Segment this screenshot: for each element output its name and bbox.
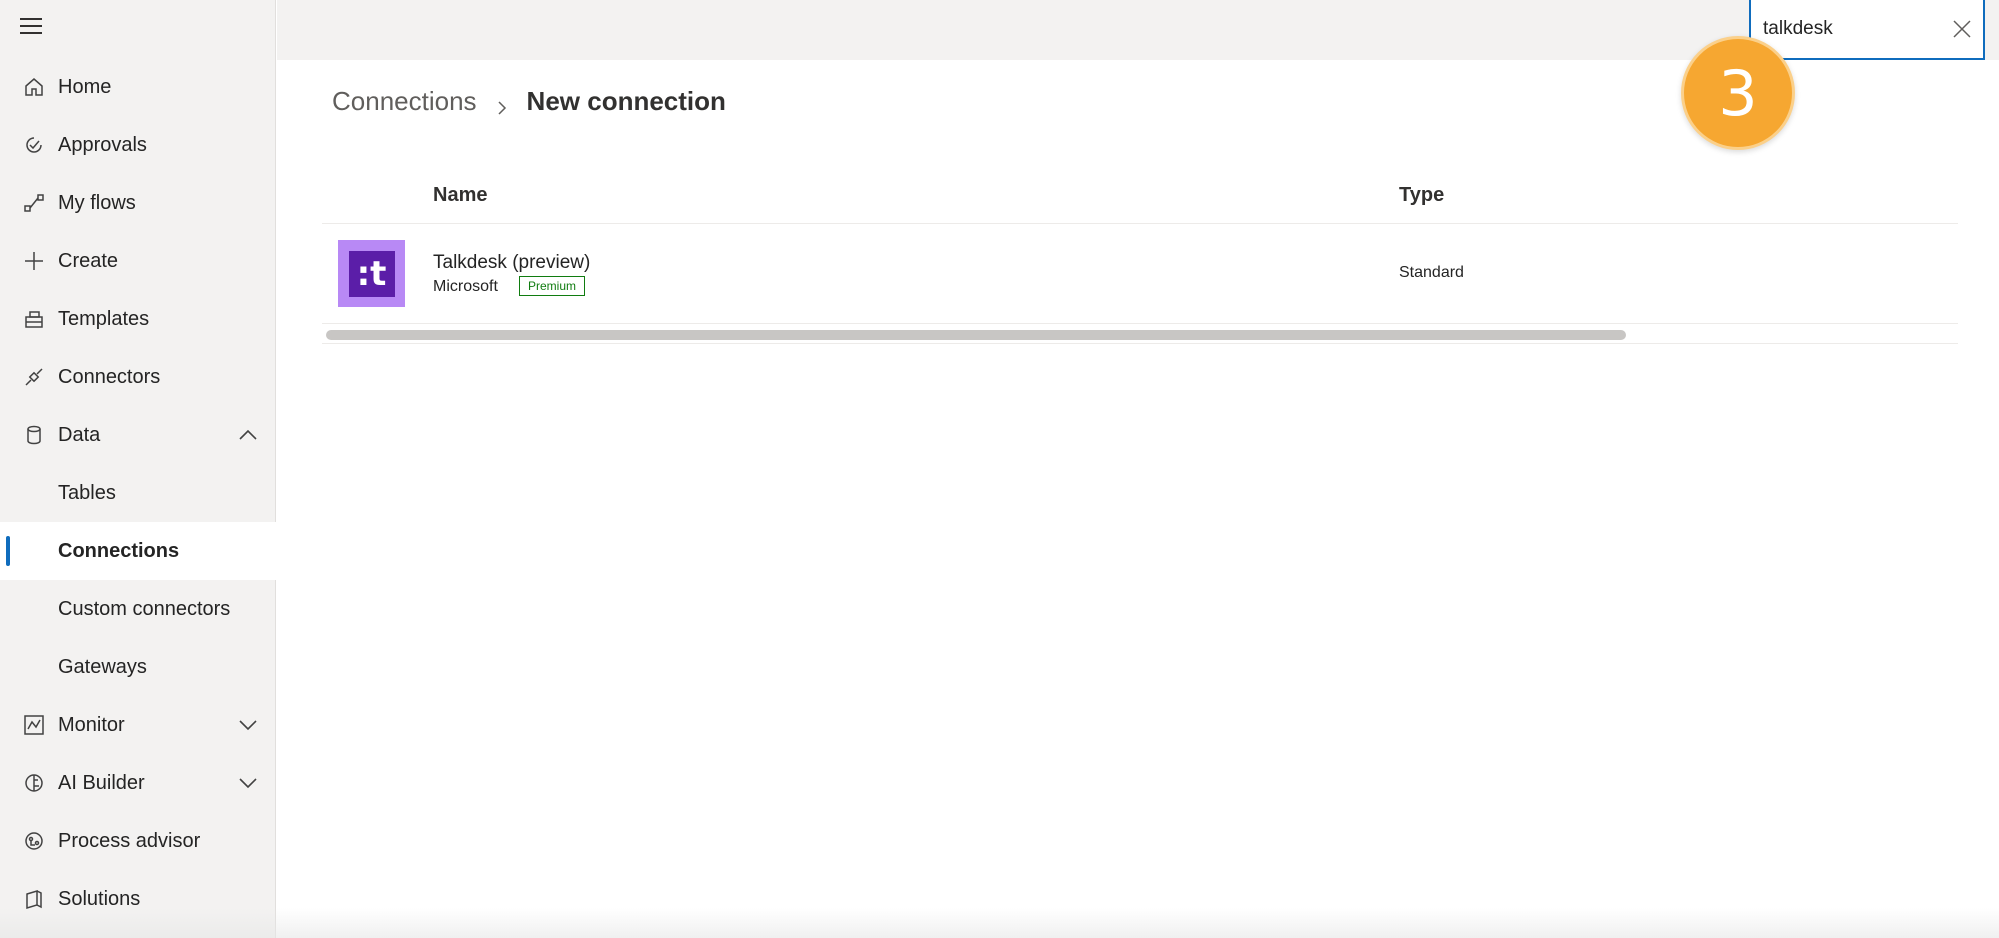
talkdesk-logo: :t xyxy=(338,240,405,307)
breadcrumb-connections-link[interactable]: Connections xyxy=(332,86,477,117)
chevron-up-icon[interactable] xyxy=(236,423,260,447)
monitor-icon xyxy=(22,713,46,737)
connector-name[interactable]: Talkdesk (preview) xyxy=(433,252,590,274)
nav-item-my-flows[interactable]: My flows xyxy=(0,174,276,232)
column-header-type[interactable]: Type xyxy=(1399,184,1444,207)
templates-icon xyxy=(22,307,46,331)
nav-item-custom-connectors[interactable]: Custom connectors xyxy=(0,580,276,638)
nav-item-home[interactable]: Home xyxy=(0,58,276,116)
nav-item-label: Custom connectors xyxy=(58,597,231,620)
horizontal-scrollbar[interactable] xyxy=(322,324,1958,344)
nav-item-gateways[interactable]: Gateways xyxy=(0,638,276,696)
nav-item-label: AI Builder xyxy=(58,771,145,794)
nav-item-label: Templates xyxy=(58,307,150,330)
nav-item-label: Connectors xyxy=(58,365,161,388)
nav-item-connections[interactable]: Connections xyxy=(0,522,276,580)
table-header: Name Type xyxy=(322,164,1958,224)
flows-icon xyxy=(22,191,46,215)
column-header-name[interactable]: Name xyxy=(433,184,487,207)
nav-item-label: Approvals xyxy=(58,133,147,156)
search-input[interactable] xyxy=(1763,16,1943,42)
nav-item-label: Create xyxy=(58,249,119,272)
process-advisor-icon xyxy=(22,829,46,853)
connections-table: Name Type :t Talkdesk (preview) Microsof… xyxy=(322,164,1958,344)
approvals-icon xyxy=(22,133,46,157)
nav-item-label: Connections xyxy=(58,539,180,562)
nav-item-label: Gateways xyxy=(58,655,147,678)
talkdesk-logo-glyph: :t xyxy=(348,250,395,297)
nav-item-tables[interactable]: Tables xyxy=(0,464,276,522)
left-navigation: Home Approvals My flows Create Templates… xyxy=(0,0,276,938)
premium-badge: Premium xyxy=(519,276,586,296)
connector-publisher: Microsoft xyxy=(433,278,498,295)
chevron-right-icon xyxy=(493,93,511,115)
hamburger-menu-icon[interactable] xyxy=(20,18,44,38)
nav-item-label: My flows xyxy=(58,191,136,214)
chevron-down-icon[interactable] xyxy=(236,771,260,795)
ai-builder-icon xyxy=(22,771,46,795)
plus-icon xyxy=(22,249,46,273)
table-row[interactable]: :t Talkdesk (preview) Microsoft Premium … xyxy=(322,224,1958,324)
nav-item-label: Process advisor xyxy=(58,829,201,852)
database-icon xyxy=(22,423,46,447)
bottom-shadow xyxy=(0,908,1999,938)
scrollbar-thumb[interactable] xyxy=(326,330,1626,340)
connector-icon xyxy=(22,365,46,389)
nav-item-templates[interactable]: Templates xyxy=(0,290,276,348)
step-number-badge: 3 xyxy=(1681,36,1795,150)
nav-item-label: Monitor xyxy=(58,713,125,736)
chevron-down-icon[interactable] xyxy=(236,713,260,737)
nav-item-approvals[interactable]: Approvals xyxy=(0,116,276,174)
nav-item-process-advisor[interactable]: Process advisor xyxy=(0,812,276,870)
nav-item-connectors[interactable]: Connectors xyxy=(0,348,276,406)
nav-item-data[interactable]: Data xyxy=(0,406,276,464)
connector-type: Standard xyxy=(1399,264,1464,281)
page-title: New connection xyxy=(526,86,726,116)
breadcrumb: Connections New connection xyxy=(332,86,726,117)
nav-item-create[interactable]: Create xyxy=(0,232,276,290)
nav-item-label: Home xyxy=(58,75,112,98)
home-icon xyxy=(22,75,46,99)
nav-item-monitor[interactable]: Monitor xyxy=(0,696,276,754)
nav-item-ai-builder[interactable]: AI Builder xyxy=(0,754,276,812)
search-box[interactable] xyxy=(1749,0,1985,60)
close-icon[interactable] xyxy=(1951,18,1973,40)
nav-item-label: Tables xyxy=(58,481,116,504)
nav-item-label: Data xyxy=(58,423,101,446)
